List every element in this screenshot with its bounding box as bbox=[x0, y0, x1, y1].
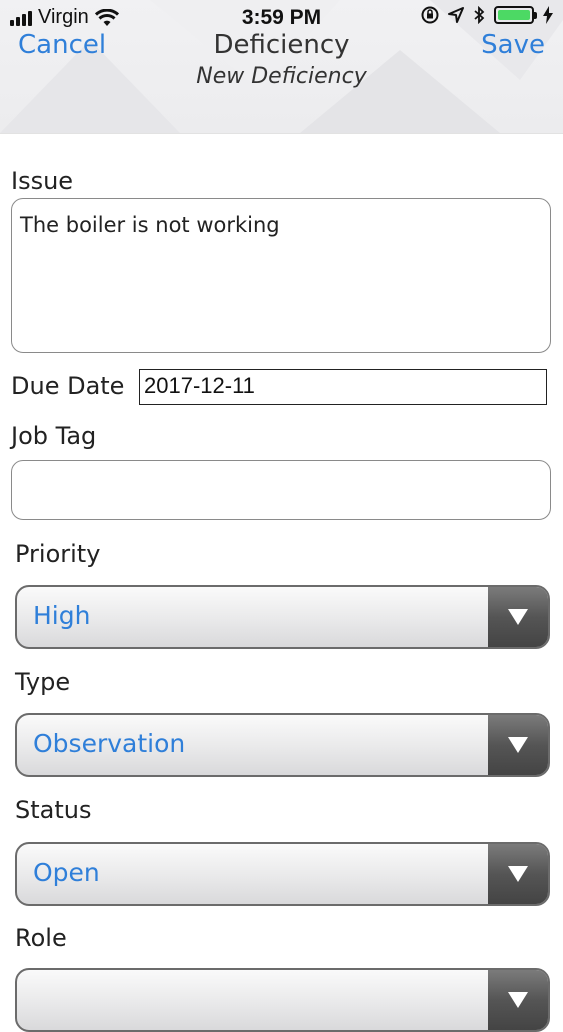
priority-selected-value: High bbox=[33, 601, 91, 630]
priority-dropdown-button[interactable] bbox=[488, 587, 548, 647]
role-label: Role bbox=[15, 924, 67, 952]
role-select[interactable] bbox=[15, 968, 550, 1032]
dropdown-arrow-icon bbox=[508, 737, 528, 753]
location-icon bbox=[448, 7, 464, 23]
type-label: Type bbox=[15, 668, 71, 696]
charging-icon bbox=[543, 6, 553, 24]
type-select[interactable]: Observation bbox=[15, 713, 550, 777]
page-subtitle: New Deficiency bbox=[196, 64, 367, 89]
job-tag-input[interactable] bbox=[11, 460, 551, 520]
issue-label: Issue bbox=[11, 167, 74, 195]
type-dropdown-button[interactable] bbox=[488, 715, 548, 775]
save-button[interactable]: Save bbox=[481, 30, 545, 60]
status-label: Status bbox=[15, 796, 92, 824]
priority-select[interactable]: High bbox=[15, 585, 550, 649]
status-selected-value: Open bbox=[33, 858, 100, 887]
battery-icon bbox=[494, 6, 537, 24]
due-date-label: Due Date bbox=[11, 372, 125, 400]
type-selected-value: Observation bbox=[33, 729, 186, 758]
dropdown-arrow-icon bbox=[508, 866, 528, 882]
status-dropdown-button[interactable] bbox=[488, 844, 548, 904]
page-title: Deficiency bbox=[213, 30, 350, 60]
role-dropdown-button[interactable] bbox=[488, 970, 548, 1030]
due-date-input[interactable]: 2017-12-11 bbox=[139, 369, 547, 405]
priority-label: Priority bbox=[15, 540, 101, 568]
issue-textarea[interactable]: The boiler is not working bbox=[11, 198, 551, 353]
orientation-lock-icon bbox=[421, 6, 439, 24]
job-tag-label: Job Tag bbox=[11, 422, 97, 450]
dropdown-arrow-icon bbox=[508, 992, 528, 1008]
bluetooth-icon bbox=[474, 6, 485, 24]
dropdown-arrow-icon bbox=[508, 609, 528, 625]
status-select[interactable]: Open bbox=[15, 842, 550, 906]
navigation-header: Virgin 3:59 PM Cancel Deficiency New Def… bbox=[0, 0, 563, 134]
